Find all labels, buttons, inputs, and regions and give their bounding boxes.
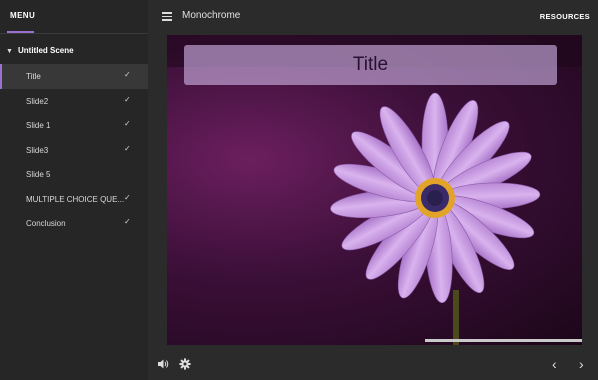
slide-title: Title xyxy=(352,54,389,75)
check-icon: ✓ xyxy=(124,143,131,153)
topbar: Monochrome RESOURCES xyxy=(148,0,598,33)
check-icon: ✓ xyxy=(124,70,131,79)
slide-title-box: Title xyxy=(184,45,557,85)
slide-item-slide3[interactable]: Slide3 ✓ xyxy=(0,138,148,163)
slide-label: Slide3 xyxy=(26,145,49,155)
gear-icon[interactable] xyxy=(179,358,191,370)
check-icon: ✓ xyxy=(124,217,131,226)
slide-item-slide2[interactable]: Slide2 ✓ xyxy=(0,89,148,114)
slide-stage: Title xyxy=(167,35,582,345)
player-controls: ‹ › xyxy=(148,348,598,380)
sidebar: MENU ▼ Untitled Scene Title ✓ Slide2 ✓ S… xyxy=(0,0,148,380)
volume-icon[interactable] xyxy=(157,358,169,370)
slide-item-multiple-choice[interactable]: MULTIPLE CHOICE QUE... ✓ xyxy=(0,187,148,212)
caret-down-icon[interactable]: ▼ xyxy=(6,48,13,55)
slide-label: Slide 5 xyxy=(26,170,51,179)
course-title: Monochrome xyxy=(182,10,241,21)
slide-progress-bar[interactable] xyxy=(425,339,582,342)
slide-list: Title ✓ Slide2 ✓ Slide 1 ✓ Slide3 ✓ Slid… xyxy=(0,64,148,236)
active-slide-indicator xyxy=(0,64,2,89)
check-icon: ✓ xyxy=(124,119,131,128)
slide-label: MULTIPLE CHOICE QUE... xyxy=(26,194,125,204)
chevron-left-icon[interactable]: ‹ xyxy=(552,356,557,372)
slide-item-slide-5[interactable]: Slide 5 xyxy=(0,162,148,187)
check-icon: ✓ xyxy=(124,94,131,104)
sidebar-header: MENU xyxy=(0,0,148,34)
scene-title: Untitled Scene xyxy=(18,46,74,55)
check-icon: ✓ xyxy=(124,192,131,202)
slide-item-conclusion[interactable]: Conclusion ✓ xyxy=(0,211,148,236)
slide-item-slide-1[interactable]: Slide 1 ✓ xyxy=(0,113,148,138)
scene-header[interactable]: ▼ Untitled Scene xyxy=(0,44,148,60)
chevron-right-icon[interactable]: › xyxy=(579,356,584,372)
menu-tab-indicator xyxy=(7,31,34,33)
slide-label: Conclusion xyxy=(26,219,66,228)
resources-button[interactable]: RESOURCES xyxy=(540,12,590,21)
slide-label: Slide 1 xyxy=(26,121,51,130)
hamburger-menu-icon[interactable] xyxy=(162,12,172,21)
slide-item-title[interactable]: Title ✓ xyxy=(0,64,148,89)
slide-label: Slide2 xyxy=(26,96,49,106)
menu-tab[interactable]: MENU xyxy=(10,11,35,20)
flower-image xyxy=(330,92,541,345)
slide-label: Title xyxy=(26,72,41,81)
